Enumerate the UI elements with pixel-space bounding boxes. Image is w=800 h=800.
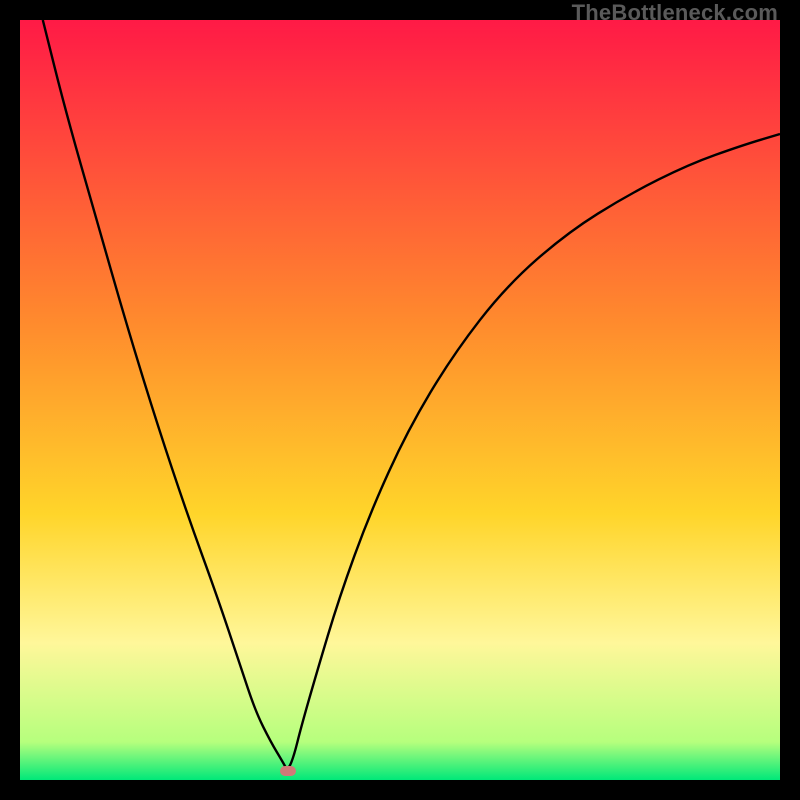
chart-area: [20, 20, 780, 780]
optimal-point-marker: [280, 766, 296, 776]
chart-svg: [20, 20, 780, 780]
chart-background: [20, 20, 780, 780]
